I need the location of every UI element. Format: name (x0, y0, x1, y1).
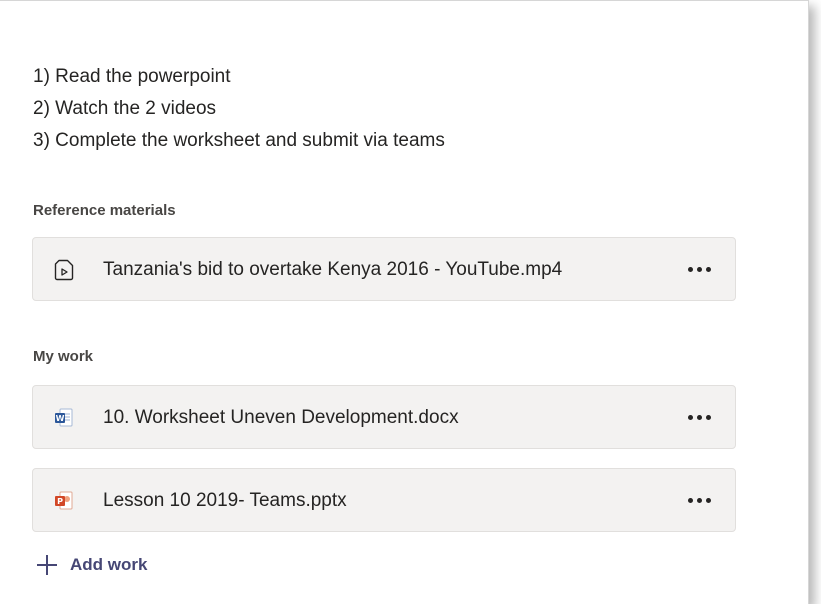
file-name: Tanzania's bid to overtake Kenya 2016 - … (103, 259, 563, 280)
svg-text:P: P (57, 497, 63, 506)
plus-icon (36, 554, 58, 576)
instructions: 1) Read the powerpoint 2) Watch the 2 vi… (33, 61, 445, 157)
more-options-button[interactable] (681, 487, 717, 513)
my-work-file-card[interactable]: P Lesson 10 2019- Teams.pptx (32, 468, 736, 532)
my-work-file-card[interactable]: W 10. Worksheet Uneven Development.docx (32, 385, 736, 449)
instruction-step: 1) Read the powerpoint (33, 66, 231, 87)
reference-materials-label: Reference materials (33, 202, 176, 219)
svg-text:W: W (56, 414, 65, 423)
add-work-button[interactable]: Add work (36, 554, 147, 576)
more-options-button[interactable] (681, 256, 717, 282)
add-work-label: Add work (70, 555, 148, 574)
video-file-icon (54, 259, 74, 281)
assignment-panel: 1) Read the powerpoint 2) Watch the 2 vi… (0, 0, 809, 604)
word-doc-icon: W (55, 408, 73, 427)
my-work-label: My work (33, 348, 94, 365)
powerpoint-icon: P (55, 491, 73, 510)
instruction-step: 3) Complete the worksheet and submit via… (33, 130, 445, 151)
file-name: Lesson 10 2019- Teams.pptx (103, 490, 347, 511)
file-name: 10. Worksheet Uneven Development.docx (103, 407, 459, 428)
instruction-step: 2) Watch the 2 videos (33, 98, 217, 119)
reference-file-card[interactable]: Tanzania's bid to overtake Kenya 2016 - … (32, 237, 736, 301)
more-options-button[interactable] (681, 404, 717, 430)
